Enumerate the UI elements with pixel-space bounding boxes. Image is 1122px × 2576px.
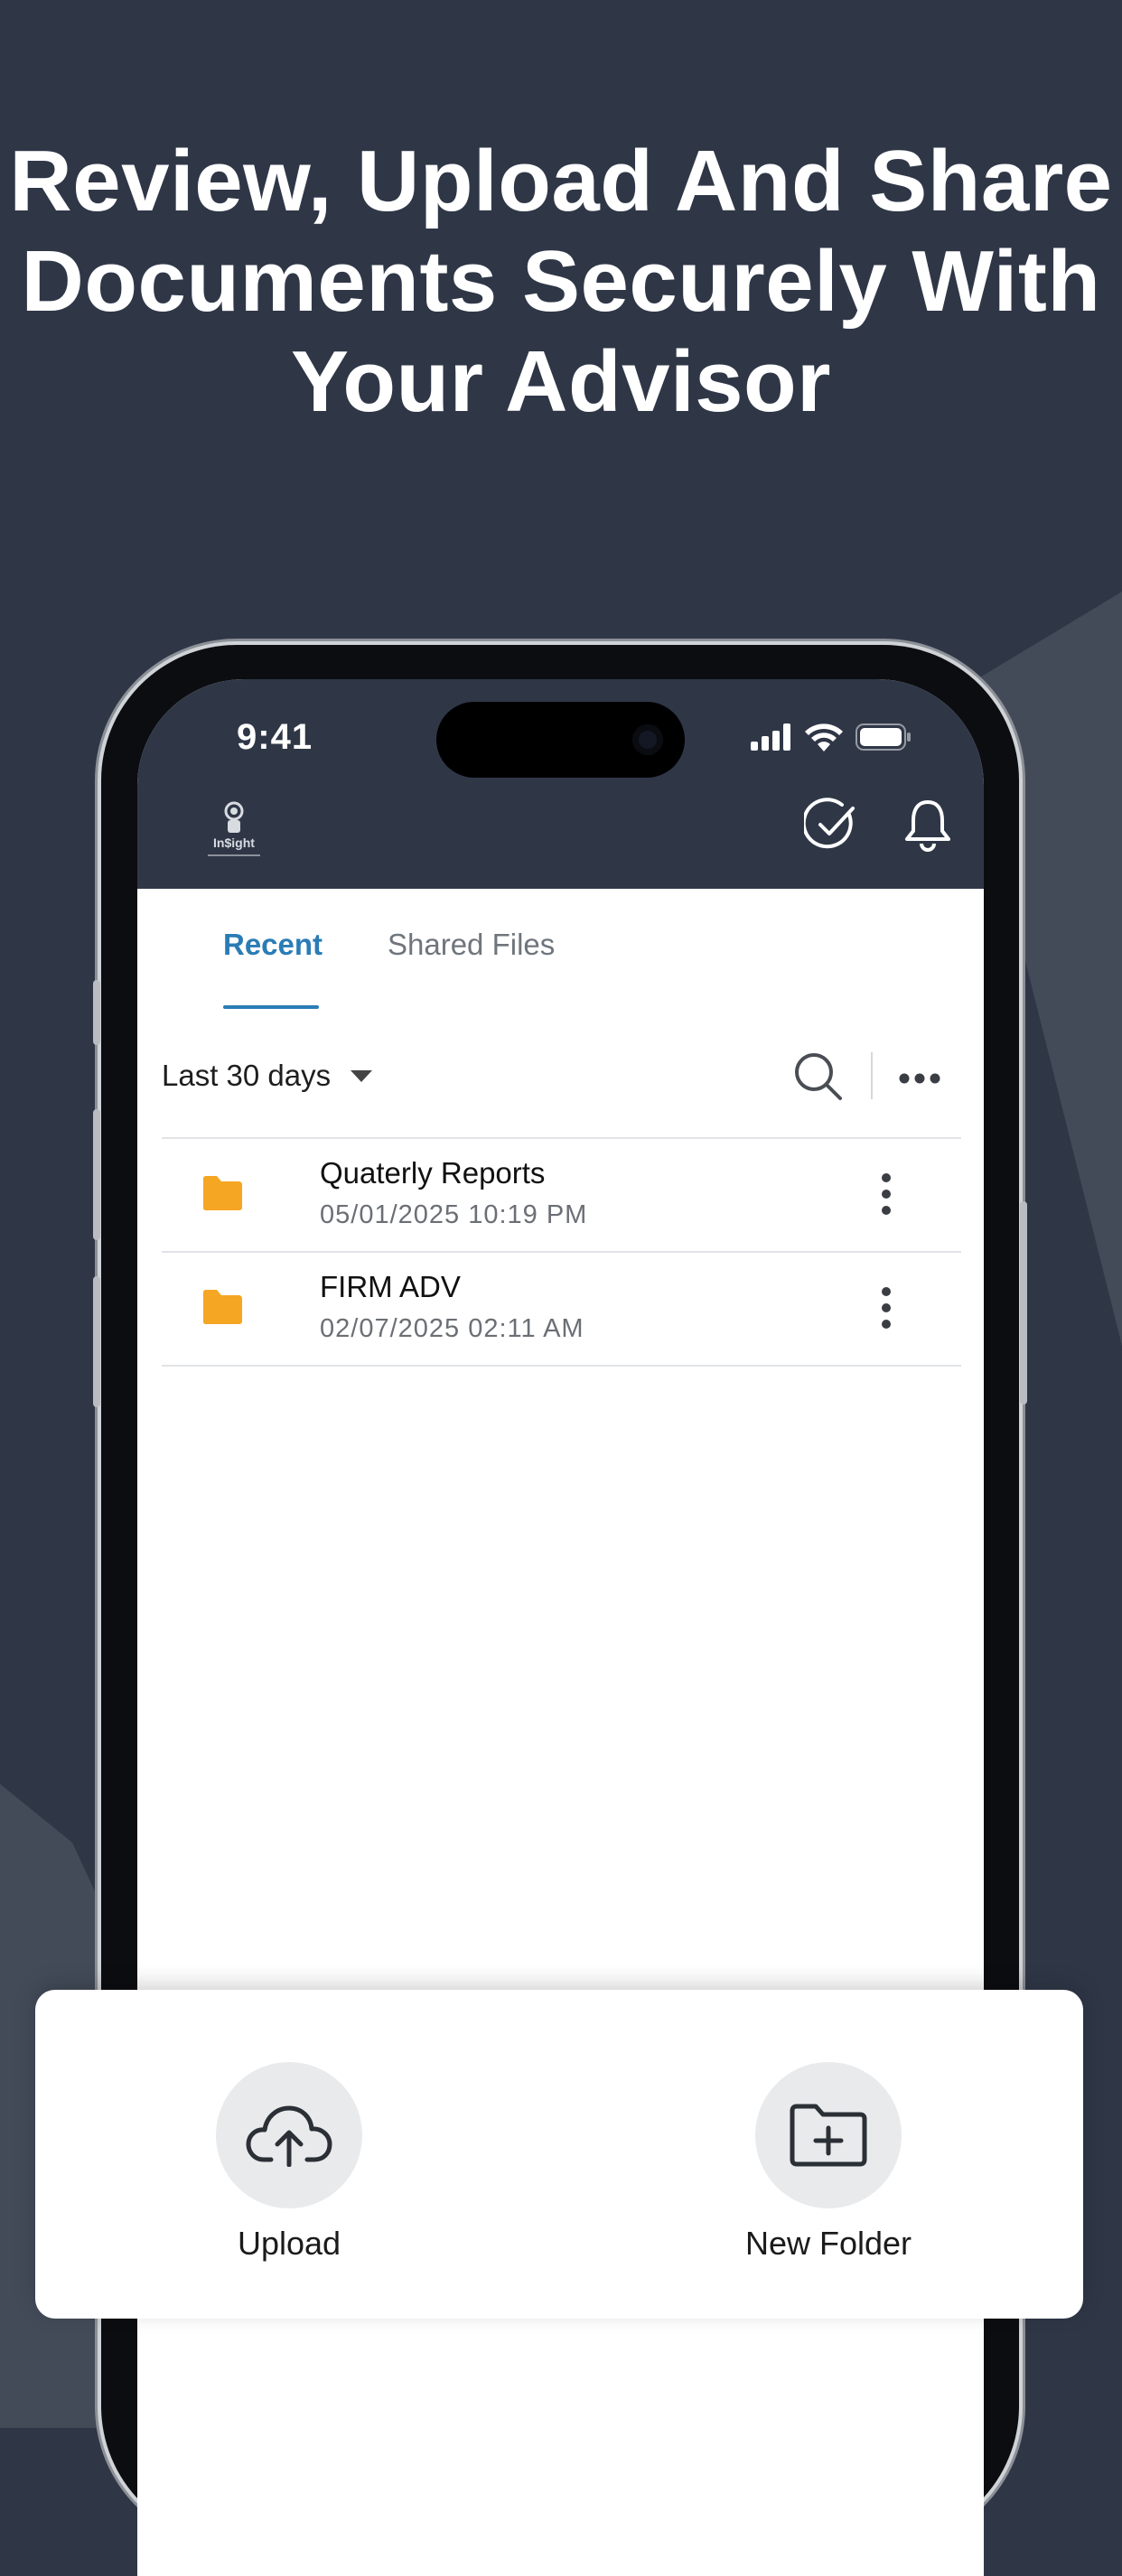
file-list: Quaterly Reports 05/01/2025 10:19 PM FIR… (162, 1137, 961, 1367)
file-row[interactable]: FIRM ADV 02/07/2025 02:11 AM (162, 1251, 961, 1367)
logo-text: In$ight (213, 835, 255, 850)
battery-icon (856, 723, 911, 751)
more-horizontal-icon[interactable] (898, 1072, 941, 1085)
logo-icon: In$ight (208, 801, 260, 856)
action-sheet: Upload New Folder (35, 1990, 1083, 2319)
phone-side-button-silent (93, 980, 100, 1045)
headline-line-3: Your Advisor (290, 333, 832, 430)
bell-icon[interactable] (900, 797, 956, 853)
date-filter-dropdown[interactable]: Last 30 days (162, 1059, 373, 1093)
wifi-icon (805, 723, 843, 751)
signal-icon (751, 723, 790, 751)
phone-side-button-volume-down (93, 1276, 100, 1407)
tab-active-indicator (223, 1005, 319, 1009)
phone-side-button-power (1020, 1201, 1027, 1405)
phone-side-button-volume-up (93, 1109, 100, 1240)
headline: Review, Upload And Share Documents Secur… (0, 131, 1122, 432)
file-name: Quaterly Reports (320, 1156, 546, 1190)
folder-icon (203, 1176, 242, 1210)
tab-shared-files[interactable]: Shared Files (388, 928, 555, 962)
caret-down-icon (351, 1069, 373, 1082)
headline-line-1: Review, Upload And Share (9, 133, 1113, 229)
dynamic-island (436, 702, 685, 778)
upload-button[interactable]: Upload (181, 2062, 397, 2263)
new-folder-label: New Folder (744, 2225, 912, 2262)
file-date: 05/01/2025 10:19 PM (320, 1200, 588, 1229)
file-date: 02/07/2025 02:11 AM (320, 1314, 584, 1343)
file-row[interactable]: Quaterly Reports 05/01/2025 10:19 PM (162, 1137, 961, 1251)
date-filter-label: Last 30 days (162, 1059, 332, 1092)
more-vertical-icon[interactable] (873, 1171, 900, 1217)
upload-label: Upload (237, 2225, 341, 2262)
check-circle-icon[interactable] (804, 797, 860, 853)
new-folder-button-circle (755, 2062, 902, 2208)
search-icon[interactable] (791, 1050, 846, 1104)
file-name: FIRM ADV (320, 1270, 461, 1303)
folder-plus-icon (790, 2104, 867, 2167)
status-time: 9:41 (237, 717, 313, 757)
cloud-upload-icon (246, 2105, 332, 2167)
status-icons (751, 723, 912, 751)
more-vertical-icon[interactable] (873, 1285, 900, 1330)
tab-recent[interactable]: Recent (223, 928, 323, 962)
camera-icon (632, 724, 663, 755)
folder-icon (203, 1290, 242, 1324)
toolbar-divider (871, 1052, 873, 1099)
new-folder-button[interactable]: New Folder (720, 2062, 937, 2263)
app-header: 9:41 In$ight (137, 679, 984, 889)
upload-button-circle (216, 2062, 362, 2208)
headline-line-2: Documents Securely With (21, 233, 1101, 330)
